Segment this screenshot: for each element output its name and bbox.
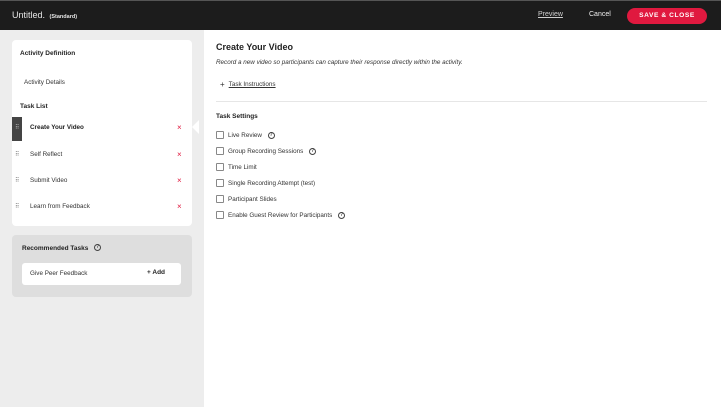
activity-title-text: Untitled. — [12, 10, 46, 20]
recommended-tasks-panel: Recommended Tasks ? Give Peer Feedback +… — [12, 235, 192, 297]
task-item[interactable]: ⠿ Learn from Feedback × — [12, 196, 192, 218]
recommended-tasks-heading: Recommended Tasks — [22, 245, 89, 252]
task-settings-heading: Task Settings — [216, 113, 258, 120]
task-label: Self Reflect — [30, 151, 63, 158]
task-title: Create Your Video — [216, 42, 294, 52]
checkbox[interactable] — [216, 179, 224, 187]
sidebar: Activity Definition Activity Details Tas… — [0, 30, 204, 407]
checkbox[interactable] — [216, 147, 224, 155]
task-description: Record a new video so participants can c… — [216, 59, 463, 66]
setting-label: Time Limit — [228, 164, 257, 171]
setting-label: Group Recording Sessions — [228, 148, 304, 156]
setting-label: Single Recording Attempt (test) — [228, 180, 316, 187]
question-circle-icon[interactable]: ? — [338, 212, 346, 219]
setting-label: Live Review — [228, 132, 262, 140]
close-icon[interactable]: × — [177, 123, 182, 132]
plus-icon: + — [147, 269, 151, 276]
drag-handle-icon[interactable]: ⠿ — [15, 178, 19, 184]
task-instructions-button[interactable]: + Task Instructions — [220, 80, 276, 89]
add-task-button[interactable]: + Add — [147, 269, 165, 276]
close-icon[interactable]: × — [177, 176, 182, 185]
task-label: Submit Video — [30, 177, 68, 184]
question-circle-icon[interactable]: ? — [267, 132, 275, 139]
preview-link[interactable]: Preview — [538, 11, 563, 18]
drag-handle-icon[interactable]: ⠿ — [15, 204, 19, 210]
question-circle-icon[interactable]: ? — [94, 244, 101, 251]
save-and-close-button[interactable]: SAVE & CLOSE — [627, 8, 707, 24]
drag-handle-icon[interactable]: ⠿ — [15, 125, 19, 131]
activity-definition-heading: Activity Definition — [20, 50, 76, 57]
activity-title: Untitled. (Standard) — [12, 10, 77, 20]
task-item[interactable]: ⠿ Self Reflect × — [12, 144, 192, 166]
close-icon[interactable]: × — [177, 150, 182, 159]
task-label: Create Your Video — [30, 124, 84, 131]
top-bar: Untitled. (Standard) Preview Cancel SAVE… — [0, 0, 721, 30]
checkbox[interactable] — [216, 211, 224, 219]
task-instructions-label: Task Instructions — [228, 81, 276, 88]
task-item[interactable]: ⠿ Create Your Video × — [12, 117, 192, 141]
recommended-task-card: Give Peer Feedback + Add — [22, 263, 181, 285]
task-list-heading: Task List — [20, 103, 48, 110]
setting-label: Participant Slides — [228, 196, 277, 203]
activity-panel: Activity Definition Activity Details Tas… — [12, 40, 192, 226]
checkbox[interactable] — [216, 131, 224, 139]
close-icon[interactable]: × — [177, 202, 182, 211]
activity-type-label: (Standard) — [49, 14, 78, 20]
checkbox[interactable] — [216, 163, 224, 171]
activity-details-link[interactable]: Activity Details — [24, 79, 65, 86]
checkbox[interactable] — [216, 195, 224, 203]
task-label: Learn from Feedback — [30, 203, 90, 210]
active-task-pointer — [192, 120, 199, 134]
question-circle-icon[interactable]: ? — [309, 148, 317, 155]
recommended-task-label: Give Peer Feedback — [30, 270, 88, 277]
divider — [216, 101, 707, 102]
task-item[interactable]: ⠿ Submit Video × — [12, 170, 192, 192]
task-editor: Create Your Video Record a new video so … — [204, 30, 721, 407]
drag-handle-icon[interactable]: ⠿ — [15, 152, 19, 158]
plus-icon: + — [220, 80, 225, 89]
cancel-button[interactable]: Cancel — [589, 11, 611, 18]
setting-label: Enable Guest Review for Participants — [228, 212, 333, 220]
add-label: Add — [152, 269, 166, 276]
